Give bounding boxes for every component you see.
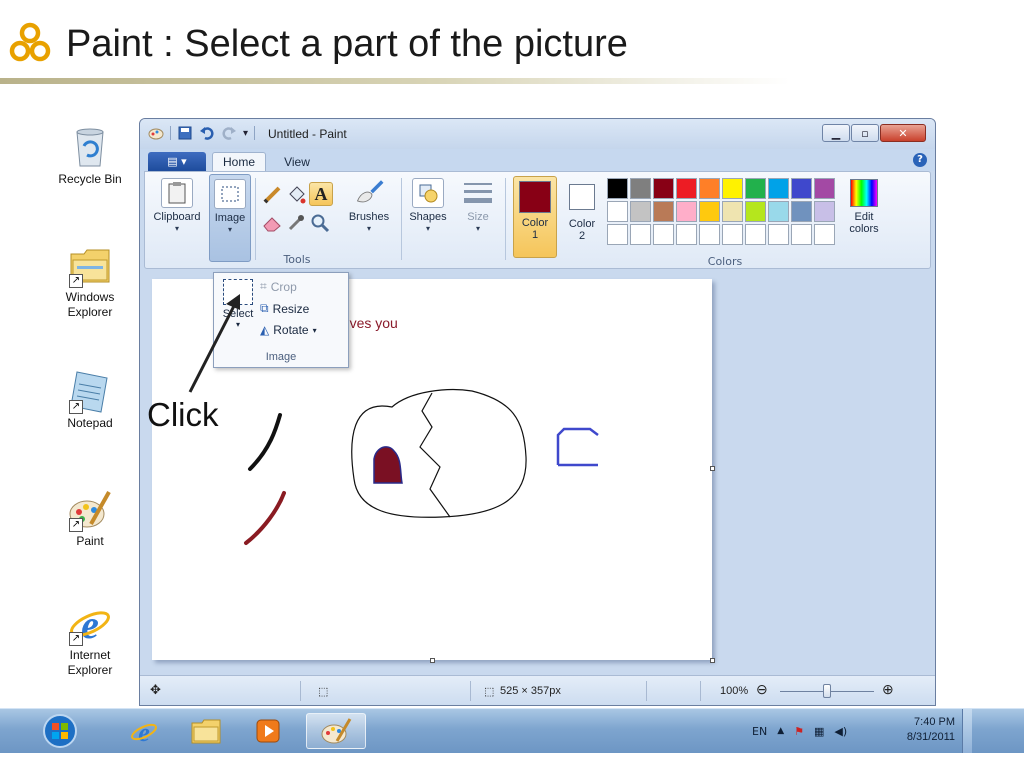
svg-text:e: e (138, 718, 150, 746)
language-indicator[interactable]: EN (752, 725, 767, 738)
system-tray: EN ▲ ⚑ ▦ ◀) (752, 709, 847, 753)
annotation-arrow (188, 294, 240, 393)
taskbar: e EN ▲ ⚑ ▦ ◀) 7:40 PM 8/31/2011 (0, 708, 1024, 753)
action-center-icon[interactable]: ⚑ (794, 725, 804, 738)
internet-explorer-icon: e (131, 718, 157, 746)
taskbar-paint[interactable] (306, 713, 366, 749)
clock-time: 7:40 PM (914, 716, 955, 728)
windows-orb-icon (43, 714, 77, 748)
click-instruction-label: Click (147, 396, 219, 433)
paint-palette-icon (321, 718, 352, 744)
media-player-icon (256, 719, 280, 743)
taskbar-internet-explorer[interactable]: e (118, 713, 170, 749)
clock-date: 8/31/2011 (906, 731, 955, 743)
show-desktop-button[interactable] (962, 709, 972, 753)
show-hidden-icons-button[interactable]: ▲ (777, 726, 784, 736)
network-icon[interactable]: ▦ (814, 725, 824, 738)
folder-icon (191, 719, 221, 744)
taskbar-media-player[interactable] (242, 713, 294, 749)
volume-icon[interactable]: ◀) (834, 725, 847, 738)
start-button[interactable] (38, 713, 82, 749)
taskbar-windows-explorer[interactable] (180, 713, 232, 749)
clock[interactable]: 7:40 PM 8/31/2011 (897, 715, 955, 745)
